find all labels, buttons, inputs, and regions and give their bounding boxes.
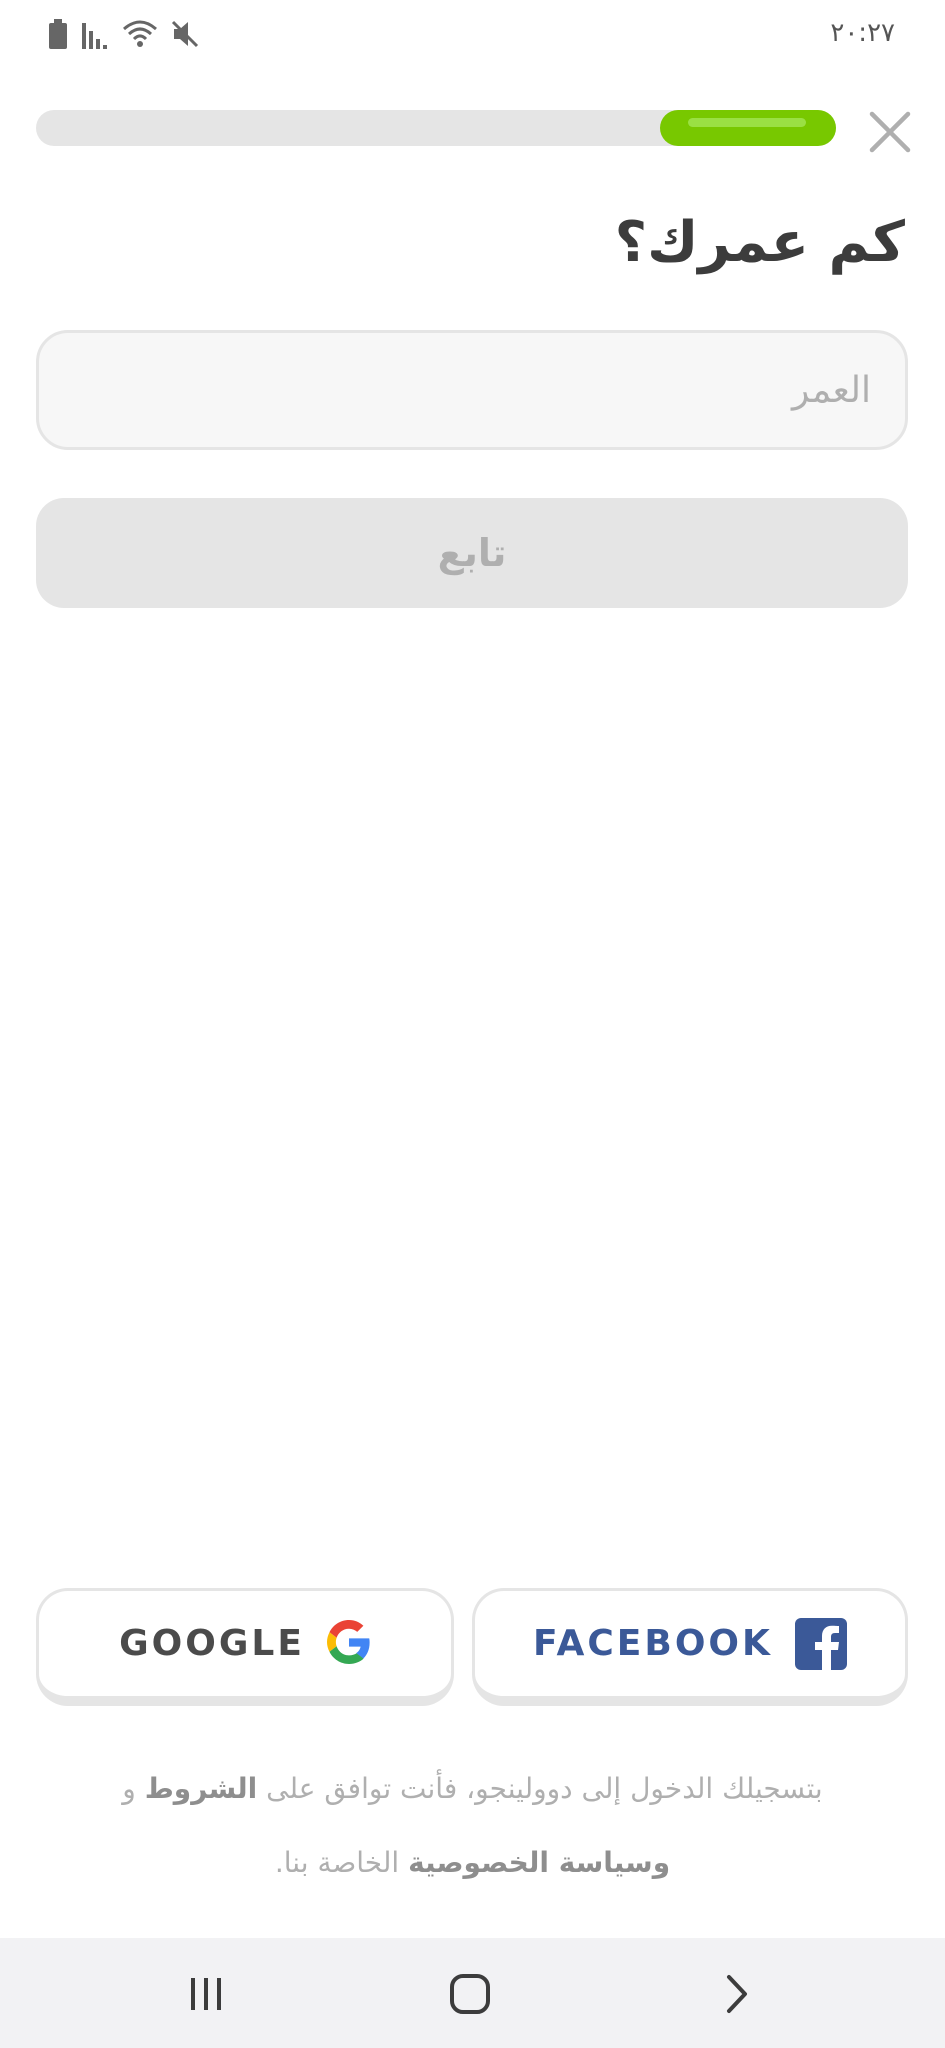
home-button[interactable]: [430, 1966, 510, 2022]
facebook-icon: [794, 1617, 847, 1670]
home-icon: [450, 1974, 490, 2014]
recents-button[interactable]: [166, 1966, 246, 2022]
system-nav-bar: [0, 1938, 945, 2048]
facebook-login-button[interactable]: FACEBOOK: [472, 1588, 908, 1706]
google-label: GOOGLE: [119, 1623, 305, 1664]
progress-shine: [688, 118, 807, 127]
page-title: كم عمرك؟: [614, 210, 905, 275]
legal-text: بتسجيلك الدخول إلى دوولينجو، فأنت توافق …: [60, 1752, 885, 1900]
mute-icon: [170, 19, 200, 49]
signal-icon: [80, 19, 110, 49]
status-bar: ٢٠:٢٧: [0, 0, 945, 70]
terms-link[interactable]: الشروط: [145, 1772, 258, 1805]
google-icon: [326, 1619, 371, 1668]
close-icon: [869, 111, 911, 153]
close-button[interactable]: [862, 104, 918, 160]
continue-button[interactable]: تابع: [36, 498, 908, 608]
facebook-label: FACEBOOK: [533, 1623, 773, 1664]
battery-icon: [48, 19, 68, 49]
recents-icon: [191, 1978, 221, 2010]
back-button[interactable]: [696, 1966, 776, 2022]
status-icons: [48, 18, 200, 50]
status-time: ٢٠:٢٧: [830, 18, 895, 48]
legal-text-part2: و: [122, 1772, 145, 1805]
legal-text-part1: بتسجيلك الدخول إلى دوولينجو، فأنت توافق …: [257, 1772, 823, 1805]
progress-fill: [660, 110, 836, 146]
wifi-icon: [122, 19, 158, 49]
google-login-button[interactable]: GOOGLE: [36, 1588, 454, 1706]
lesson-header: [0, 100, 945, 160]
back-icon: [727, 1975, 747, 2013]
legal-text-part3: الخاصة بنا.: [274, 1846, 409, 1879]
progress-bar: [36, 110, 836, 146]
privacy-policy-link[interactable]: وسياسة الخصوصية: [408, 1846, 670, 1879]
age-input[interactable]: [36, 330, 908, 450]
